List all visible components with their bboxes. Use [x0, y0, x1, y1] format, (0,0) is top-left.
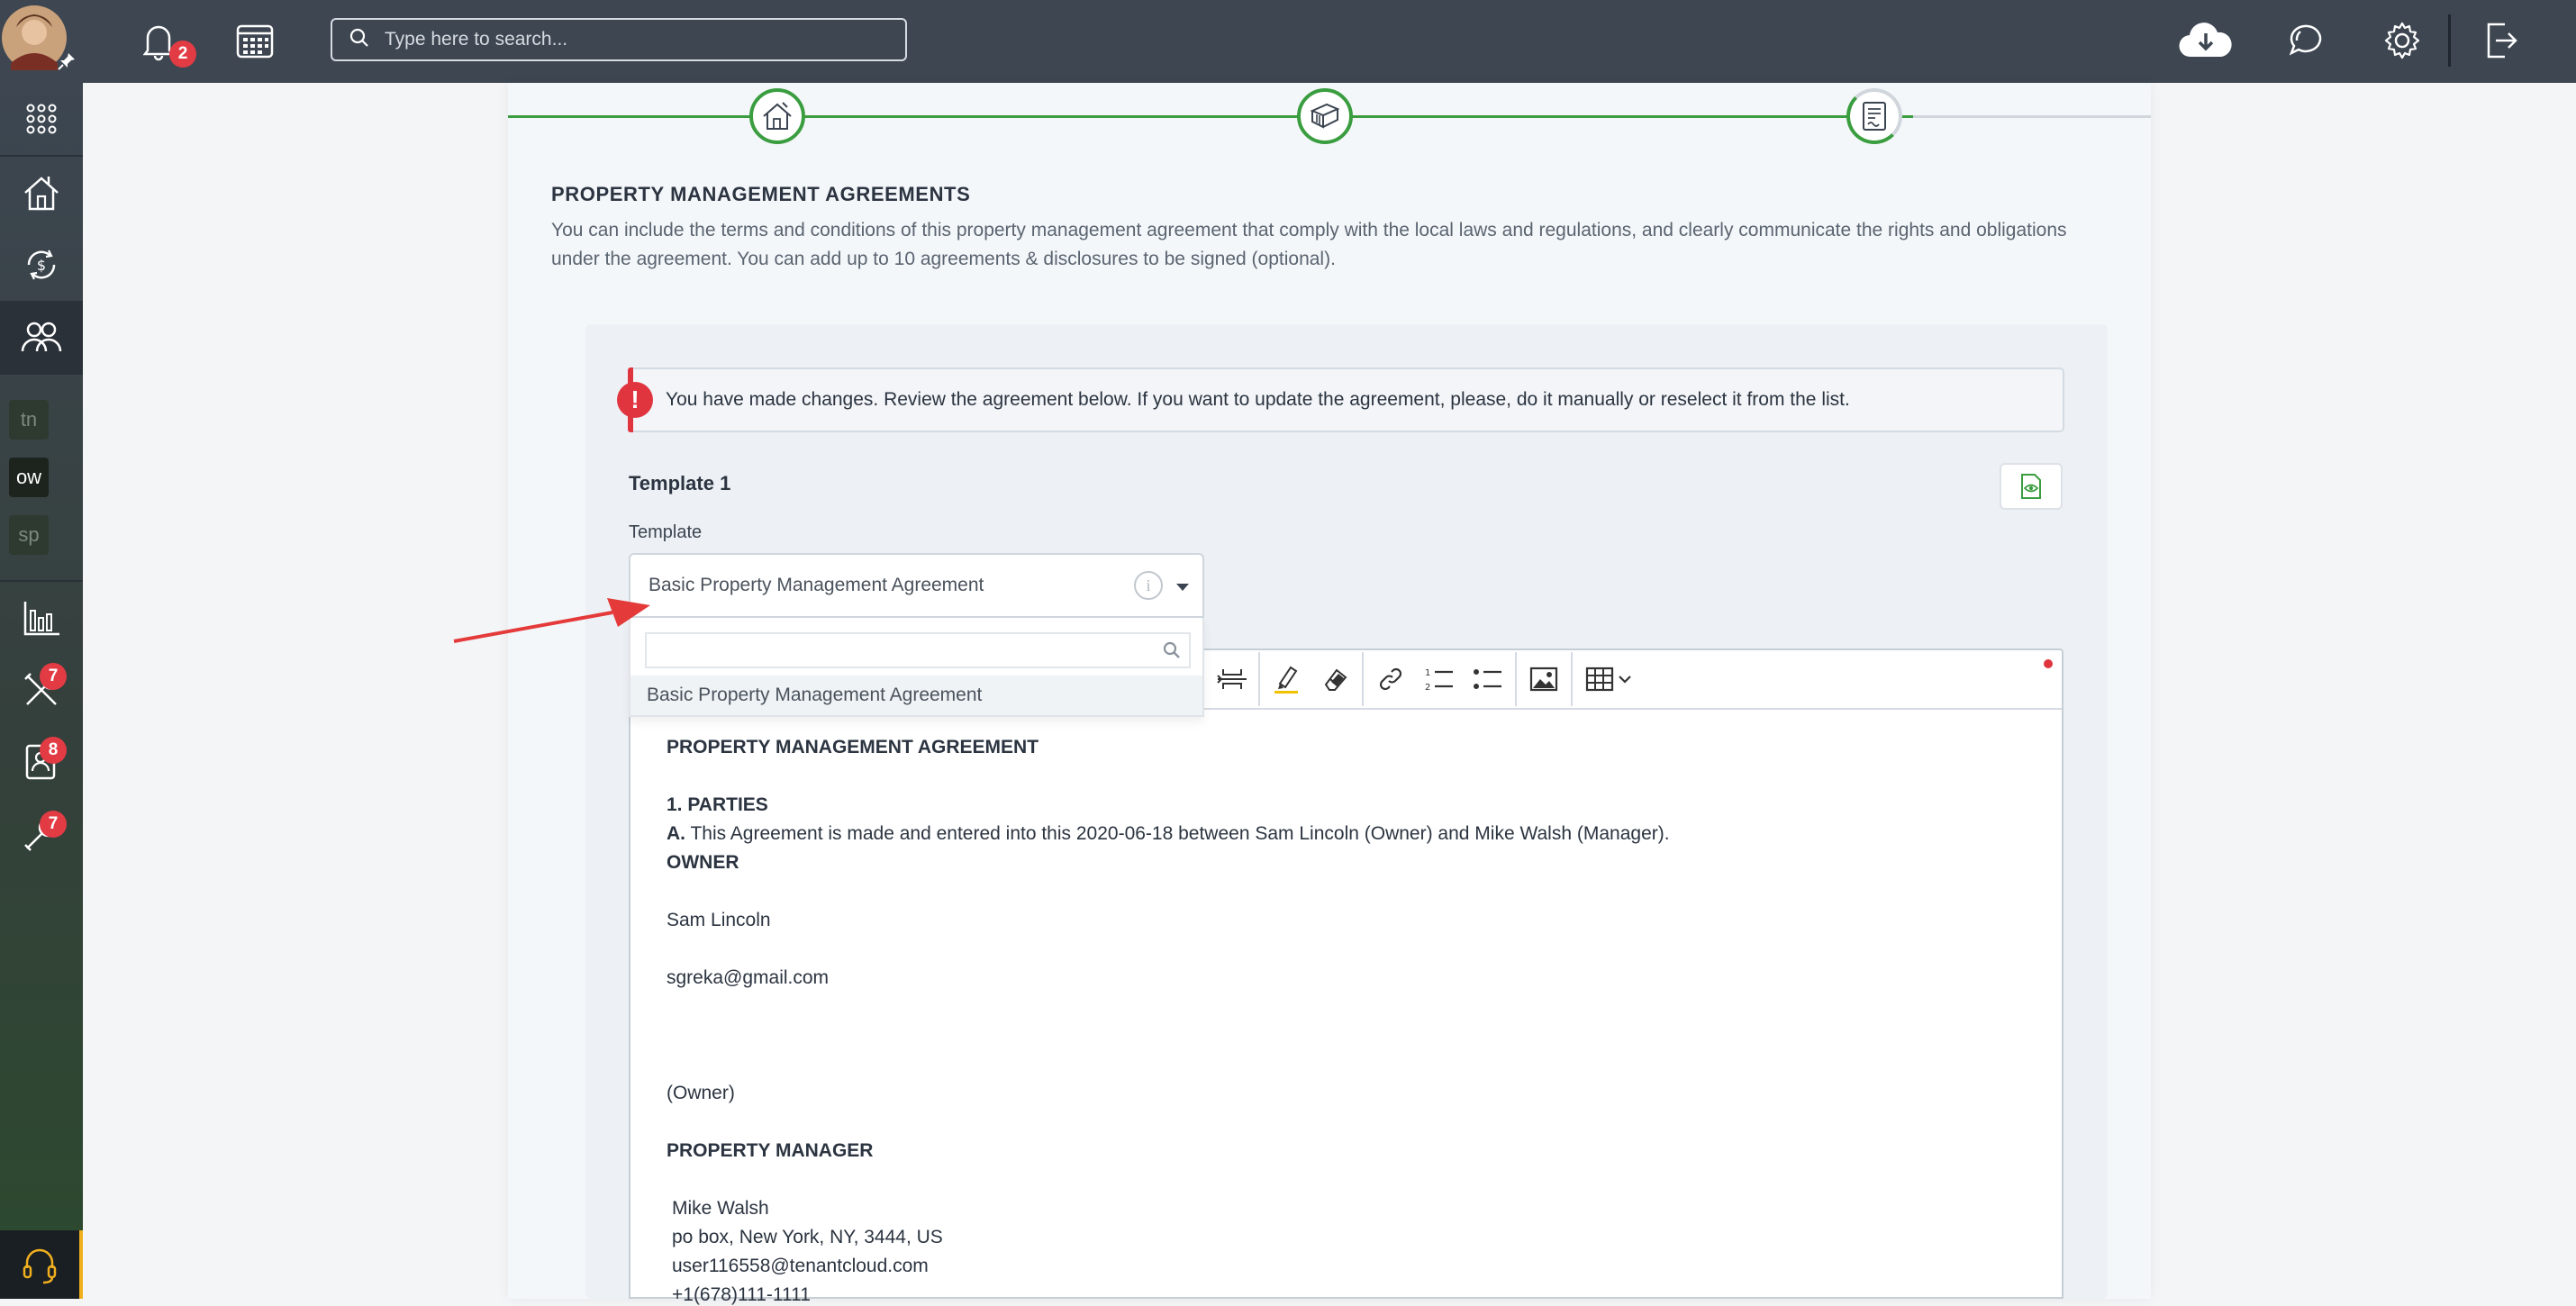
- template-heading: Template 1: [629, 472, 731, 494]
- global-search[interactable]: [331, 18, 907, 61]
- preview-button[interactable]: [2000, 463, 2063, 510]
- doc-title: PROPERTY MANAGEMENT AGREEMENT: [667, 737, 1039, 757]
- support-button[interactable]: [0, 1230, 83, 1299]
- chat-icon[interactable]: [2284, 18, 2329, 63]
- sidebar-separator: [0, 373, 83, 375]
- bar-chart-icon: [23, 602, 59, 636]
- headset-icon: [23, 1248, 57, 1284]
- doc-manager-phone: +1(678)111-1111: [672, 1284, 811, 1305]
- sidebar-item-maintenance[interactable]: [0, 798, 83, 870]
- toolbar-divider: [1362, 652, 1364, 706]
- toolbar-divider: [1571, 652, 1573, 706]
- doc-manager-email: user116558@tenantcloud.com: [672, 1256, 929, 1276]
- money-stack-icon: [1310, 103, 1340, 129]
- red-arrow-annotation: [453, 598, 650, 643]
- highlight-icon[interactable]: [1268, 661, 1304, 697]
- bullet-list-icon[interactable]: [1470, 661, 1506, 697]
- dropdown-search-input[interactable]: [647, 634, 1162, 667]
- doc-clause-a-text: This Agreement is made and entered into …: [685, 823, 1670, 844]
- doc-owner-name: Sam Lincoln: [667, 910, 771, 930]
- sidebar-item-people[interactable]: [0, 301, 83, 373]
- search-icon: [349, 27, 370, 53]
- stepper-progress-line: [508, 115, 1913, 118]
- toolbar-divider: [1258, 652, 1260, 706]
- top-bar: 2: [0, 0, 2576, 83]
- settings-gear-icon[interactable]: [2380, 18, 2425, 63]
- maintenance-badge: 7: [40, 811, 67, 838]
- info-icon[interactable]: i: [1134, 571, 1163, 600]
- document-preview-icon: [2021, 474, 2041, 499]
- search-icon: [1162, 640, 1182, 665]
- pin-icon[interactable]: [56, 50, 77, 72]
- template-label: Template: [629, 522, 703, 542]
- doc-manager-address: po box, New York, NY, 3444, US: [672, 1227, 943, 1247]
- eraser-icon[interactable]: [1317, 661, 1353, 697]
- agreement-editor[interactable]: 12 PROPERTY MANAGEMENT AGREEMENT 1. PART…: [629, 648, 2064, 1305]
- document-sign-icon: [1863, 102, 1886, 131]
- svg-text:2: 2: [1425, 683, 1430, 693]
- sidebar-item-reports[interactable]: [0, 582, 83, 654]
- contacts-badge: 8: [40, 737, 67, 764]
- search-input[interactable]: [383, 28, 873, 51]
- template-select-value: Basic Property Management Agreement: [649, 575, 984, 595]
- sidebar-tag-sp[interactable]: sp: [9, 515, 49, 555]
- doc-owner-email: sgreka@gmail.com: [667, 967, 830, 988]
- cloud-download-icon[interactable]: [2174, 18, 2237, 63]
- people-icon: [21, 322, 62, 352]
- stepper-remaining-line: [1913, 115, 2151, 118]
- sidebar-item-tools[interactable]: [0, 654, 83, 726]
- house-icon: [24, 177, 59, 211]
- sidebar-tag-ow[interactable]: ow: [9, 458, 49, 497]
- svg-text:1: 1: [1425, 668, 1430, 678]
- doc-clause-a: A. This Agreement is made and entered in…: [667, 823, 1670, 845]
- topbar-divider: [2448, 14, 2451, 67]
- sidebar-item-payments[interactable]: $: [0, 229, 83, 301]
- section-description: You can include the terms and conditions…: [551, 220, 2067, 269]
- alert-message: You have made changes. Review the agreem…: [666, 389, 1850, 410]
- template-dropdown: Basic Property Management Agreement: [629, 618, 1204, 717]
- dropdown-search[interactable]: [645, 632, 1191, 668]
- step-fees[interactable]: [1297, 88, 1353, 144]
- house-icon: [763, 102, 792, 130]
- doc-manager-heading: PROPERTY MANAGER: [667, 1140, 874, 1161]
- sidebar-tag-tn[interactable]: tn: [9, 400, 49, 440]
- template-select[interactable]: Basic Property Management Agreement i: [629, 553, 1204, 618]
- doc-clause-a-label: A.: [667, 823, 685, 844]
- step-property[interactable]: [749, 88, 805, 144]
- chevron-down-icon[interactable]: [1176, 584, 1189, 591]
- notifications-badge: 2: [169, 41, 196, 68]
- changes-alert: ! You have made changes. Review the agre…: [617, 367, 2064, 432]
- logout-icon[interactable]: [2479, 18, 2524, 63]
- page-break-icon[interactable]: [1214, 661, 1250, 697]
- toolbar-divider: [1515, 652, 1517, 706]
- dropdown-option[interactable]: Basic Property Management Agreement: [630, 676, 1202, 715]
- money-cycle-icon: $: [27, 249, 56, 280]
- image-icon[interactable]: [1526, 661, 1562, 697]
- doc-manager-name: Mike Walsh: [672, 1198, 769, 1219]
- apps-grid-icon: [26, 104, 57, 134]
- sidebar-item-apps[interactable]: [0, 83, 83, 155]
- table-icon[interactable]: [1583, 661, 1641, 697]
- section-title: PROPERTY MANAGEMENT AGREEMENTS: [551, 183, 971, 205]
- doc-owner-heading: OWNER: [667, 852, 739, 873]
- doc-owner-role: (Owner): [667, 1083, 735, 1103]
- link-icon[interactable]: [1373, 661, 1409, 697]
- tools-badge: 7: [40, 663, 67, 690]
- sidebar-item-contacts[interactable]: [0, 726, 83, 798]
- unsaved-indicator: [2044, 659, 2053, 668]
- sidebar: $ tn ow sp 7 8 7: [0, 83, 83, 1299]
- sidebar-item-properties[interactable]: [0, 157, 83, 229]
- doc-parties-heading: 1. PARTIES: [667, 794, 768, 815]
- calendar-icon[interactable]: [232, 18, 277, 63]
- step-agreements[interactable]: [1846, 88, 1902, 144]
- exclamation-icon: !: [617, 382, 653, 418]
- svg-text:$: $: [37, 257, 46, 274]
- numbered-list-icon[interactable]: 12: [1421, 661, 1457, 697]
